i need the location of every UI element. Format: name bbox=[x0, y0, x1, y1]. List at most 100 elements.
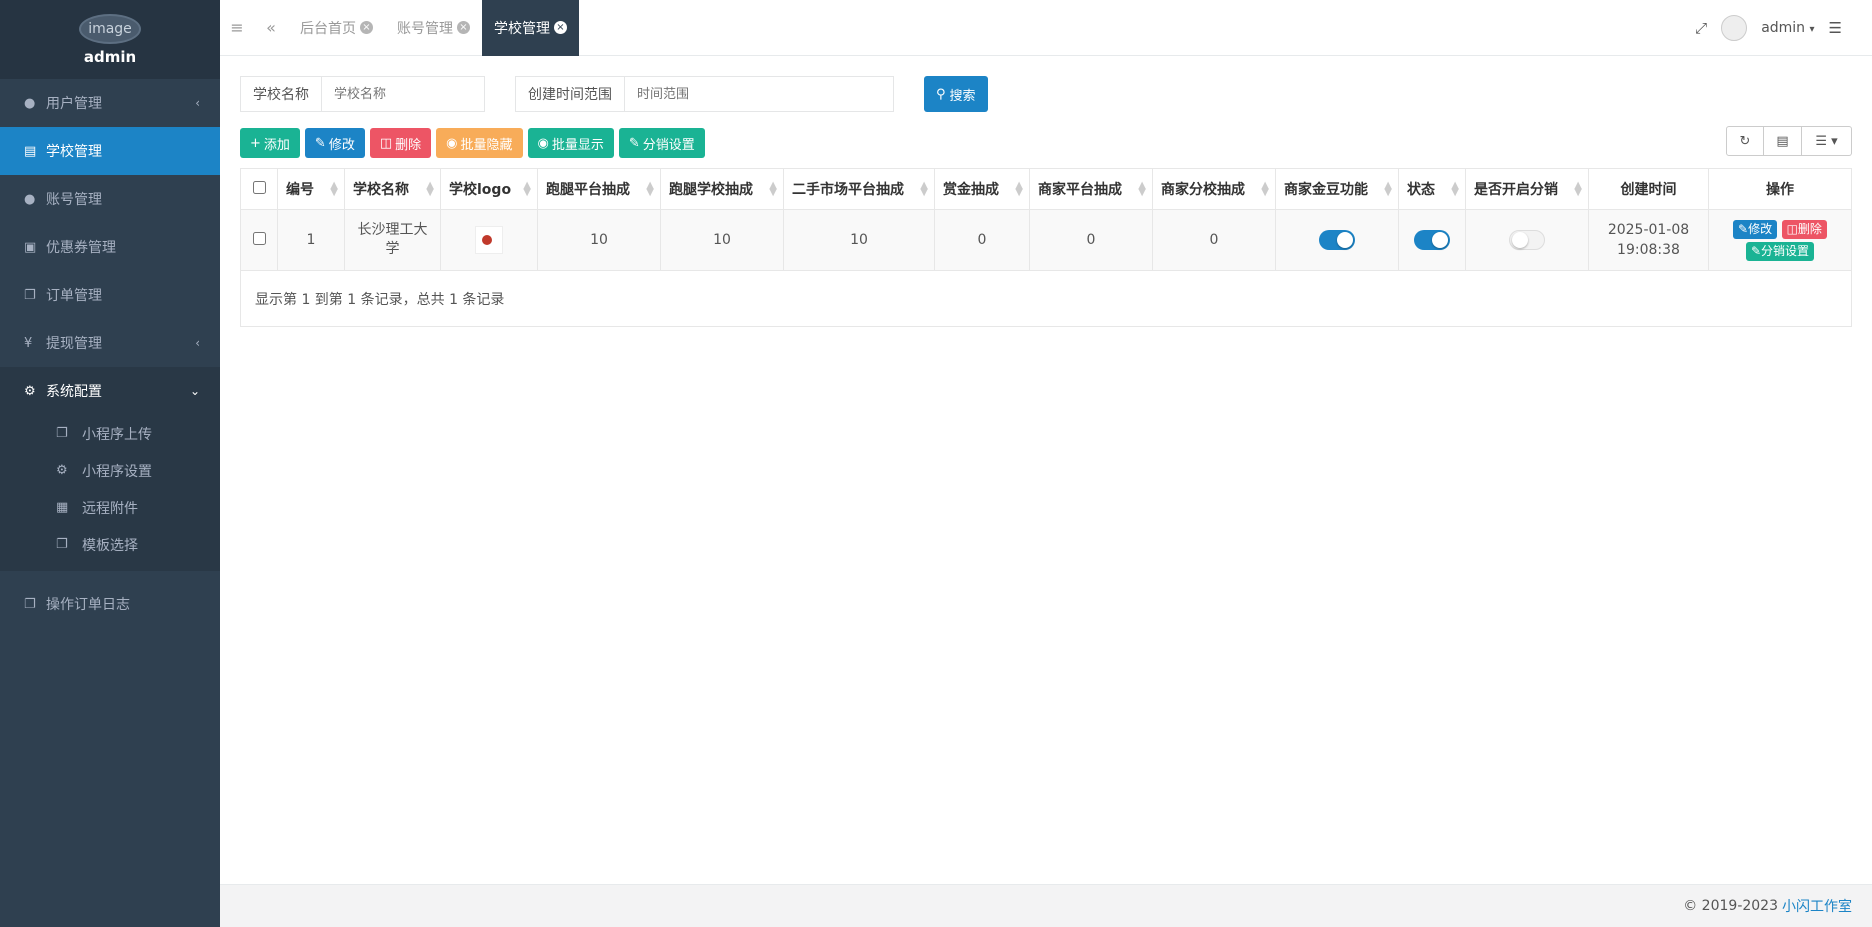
created-date: 2025-01-08 bbox=[1607, 222, 1690, 238]
sidebar-item-coupons[interactable]: ▣ 优惠券管理 bbox=[0, 223, 220, 271]
row-edit-label: 修改 bbox=[1748, 222, 1773, 236]
cell-distribution bbox=[1465, 209, 1589, 271]
sort-icon: ▲ ▼ bbox=[1574, 180, 1582, 198]
studio-link[interactable]: 小闪工作室 bbox=[1782, 896, 1852, 916]
column-header-label: 是否开启分销 bbox=[1474, 182, 1558, 198]
select-all-checkbox[interactable] bbox=[252, 180, 266, 194]
row-checkbox[interactable] bbox=[252, 231, 266, 245]
copy-icon: ❐ bbox=[56, 537, 68, 552]
sidebar-item-system-config[interactable]: ⚙ 系统配置 ⌄ bbox=[0, 367, 220, 415]
tabs-back-icon[interactable]: « bbox=[254, 18, 288, 37]
refresh-icon[interactable]: ↻ bbox=[1726, 126, 1764, 156]
table-row[interactable]: 1 长沙理工大学 10 10 10 0 0 0 2025-01-08 19:08:… bbox=[240, 209, 1852, 271]
distribution-settings-button[interactable]: ✎ 分销设置 bbox=[618, 128, 705, 158]
add-button-label: 添加 bbox=[263, 137, 290, 153]
cell-gold-bean bbox=[1275, 209, 1399, 271]
user-menu[interactable]: admin ▾ bbox=[1761, 20, 1814, 36]
delete-button[interactable]: ◫ 删除 bbox=[369, 128, 432, 158]
delete-button-label: 删除 bbox=[395, 137, 422, 153]
sort-icon: ▲ ▼ bbox=[1138, 180, 1146, 198]
sidebar: image admin ● 用户管理 ‹ ▤ 学校管理 ● 账号管理 ▣ 优惠券… bbox=[0, 0, 220, 927]
column-header[interactable]: 学校logo ▲ ▼ bbox=[440, 168, 538, 210]
row-select-cell bbox=[240, 209, 278, 271]
sidebar-item-orders[interactable]: ❐ 订单管理 bbox=[0, 271, 220, 319]
settings-panel-icon[interactable]: ☰ bbox=[1829, 19, 1842, 37]
tab-label: 后台首页 bbox=[300, 20, 356, 37]
avatar[interactable] bbox=[1721, 15, 1748, 41]
sidebar-subitem-label: 小程序上传 bbox=[82, 426, 152, 443]
yen-icon: ¥ bbox=[24, 335, 33, 351]
fullscreen-icon[interactable]: ⤢ bbox=[1695, 19, 1707, 37]
brand-username[interactable]: admin bbox=[84, 48, 136, 66]
sidebar-item-withdrawals[interactable]: ¥ 提现管理 ‹ bbox=[0, 319, 220, 367]
column-header[interactable]: 赏金抽成 ▲ ▼ bbox=[934, 168, 1030, 210]
column-header-label: 学校名称 bbox=[353, 182, 409, 198]
columns-toggle-icon[interactable]: ▤ bbox=[1764, 126, 1802, 156]
topbar-right: ⤢ admin ▾ ☰ bbox=[1695, 0, 1842, 56]
close-icon[interactable]: × bbox=[554, 21, 567, 34]
time-range-label: 创建时间范围 bbox=[516, 77, 625, 111]
tab-schools[interactable]: 学校管理 × bbox=[482, 0, 579, 56]
tab-accounts[interactable]: 账号管理 × bbox=[385, 0, 482, 56]
sidebar-subitem-attachments[interactable]: ▦ 远程附件 bbox=[0, 489, 220, 526]
sort-icon: ▲ ▼ bbox=[769, 180, 777, 198]
column-header[interactable]: 是否开启分销 ▲ ▼ bbox=[1465, 168, 1589, 210]
row-edit-button[interactable]: ✎修改 bbox=[1733, 220, 1778, 239]
search-button[interactable]: ⚲ 搜索 bbox=[924, 76, 988, 112]
sort-icon: ▲ ▼ bbox=[920, 180, 928, 198]
column-header-label: 状态 bbox=[1407, 182, 1435, 198]
column-header[interactable]: 编号 ▲ ▼ bbox=[277, 168, 345, 210]
distribution-toggle[interactable] bbox=[1509, 230, 1545, 250]
column-header[interactable]: 状态 ▲ ▼ bbox=[1398, 168, 1466, 210]
batch-show-button[interactable]: ◉ 批量显示 bbox=[527, 128, 614, 158]
column-header[interactable]: 商家分校抽成 ▲ ▼ bbox=[1152, 168, 1276, 210]
column-header-label: 学校logo bbox=[449, 182, 512, 198]
sort-icon: ▲ ▼ bbox=[1384, 180, 1392, 198]
trash-icon: ◫ bbox=[1786, 222, 1798, 236]
column-header[interactable]: 二手市场平台抽成 ▲ ▼ bbox=[783, 168, 935, 210]
close-icon[interactable]: × bbox=[360, 21, 373, 34]
sidebar-item-users[interactable]: ● 用户管理 ‹ bbox=[0, 79, 220, 127]
status-toggle[interactable] bbox=[1414, 230, 1450, 250]
batch-hide-button-label: 批量隐藏 bbox=[460, 137, 513, 153]
sidebar-subitem-upload[interactable]: ❐ 小程序上传 bbox=[0, 415, 220, 452]
sidebar-item-label: 学校管理 bbox=[46, 144, 102, 160]
close-icon[interactable]: × bbox=[457, 21, 470, 34]
gold-bean-toggle[interactable] bbox=[1319, 230, 1355, 250]
menu-toggle-icon[interactable]: ≡ bbox=[220, 18, 254, 37]
school-name-input[interactable] bbox=[322, 77, 484, 111]
created-time: 19:08:38 bbox=[1617, 242, 1680, 258]
sidebar-subitem-templates[interactable]: ❐ 模板选择 bbox=[0, 526, 220, 563]
add-button[interactable]: + 添加 bbox=[240, 128, 300, 158]
tab-dashboard[interactable]: 后台首页 × bbox=[288, 0, 385, 56]
row-distribution-label: 分销设置 bbox=[1761, 244, 1810, 258]
eye-icon: ◉ bbox=[537, 135, 549, 151]
sidebar-item-schools[interactable]: ▤ 学校管理 bbox=[0, 127, 220, 175]
row-delete-label: 删除 bbox=[1797, 222, 1822, 236]
sort-icon: ▲ ▼ bbox=[523, 180, 531, 198]
batch-hide-button[interactable]: ◉ 批量隐藏 bbox=[436, 128, 523, 158]
column-header[interactable]: 跑腿平台抽成 ▲ ▼ bbox=[537, 168, 661, 210]
row-distribution-button[interactable]: ✎分销设置 bbox=[1745, 242, 1815, 261]
school-logo-image[interactable] bbox=[475, 226, 503, 254]
sort-icon: ▲ ▼ bbox=[426, 180, 434, 198]
cell-status bbox=[1398, 209, 1466, 271]
time-range-field: 创建时间范围 bbox=[515, 76, 894, 112]
sidebar-item-order-log[interactable]: ❐ 操作订单日志 bbox=[0, 580, 220, 628]
sidebar-item-accounts[interactable]: ● 账号管理 bbox=[0, 175, 220, 223]
column-header[interactable]: 商家金豆功能 ▲ ▼ bbox=[1275, 168, 1399, 210]
column-header[interactable]: 学校名称 ▲ ▼ bbox=[344, 168, 441, 210]
edit-button[interactable]: ✎ 修改 bbox=[304, 128, 365, 158]
edit-button-label: 修改 bbox=[328, 137, 355, 153]
users-icon: ● bbox=[24, 191, 36, 207]
column-header[interactable]: 跑腿学校抽成 ▲ ▼ bbox=[660, 168, 784, 210]
row-delete-button[interactable]: ◫删除 bbox=[1781, 220, 1827, 239]
sidebar-subitem-settings[interactable]: ⚙ 小程序设置 bbox=[0, 452, 220, 489]
copy-icon: ❐ bbox=[24, 287, 36, 303]
column-header[interactable]: 商家平台抽成 ▲ ▼ bbox=[1029, 168, 1153, 210]
cell-id: 1 bbox=[277, 209, 345, 271]
user-menu-label: admin bbox=[1761, 20, 1806, 36]
time-range-input[interactable] bbox=[625, 77, 893, 111]
select-all-header bbox=[240, 168, 278, 210]
export-menu-icon[interactable]: ☰ ▾ bbox=[1802, 126, 1852, 156]
